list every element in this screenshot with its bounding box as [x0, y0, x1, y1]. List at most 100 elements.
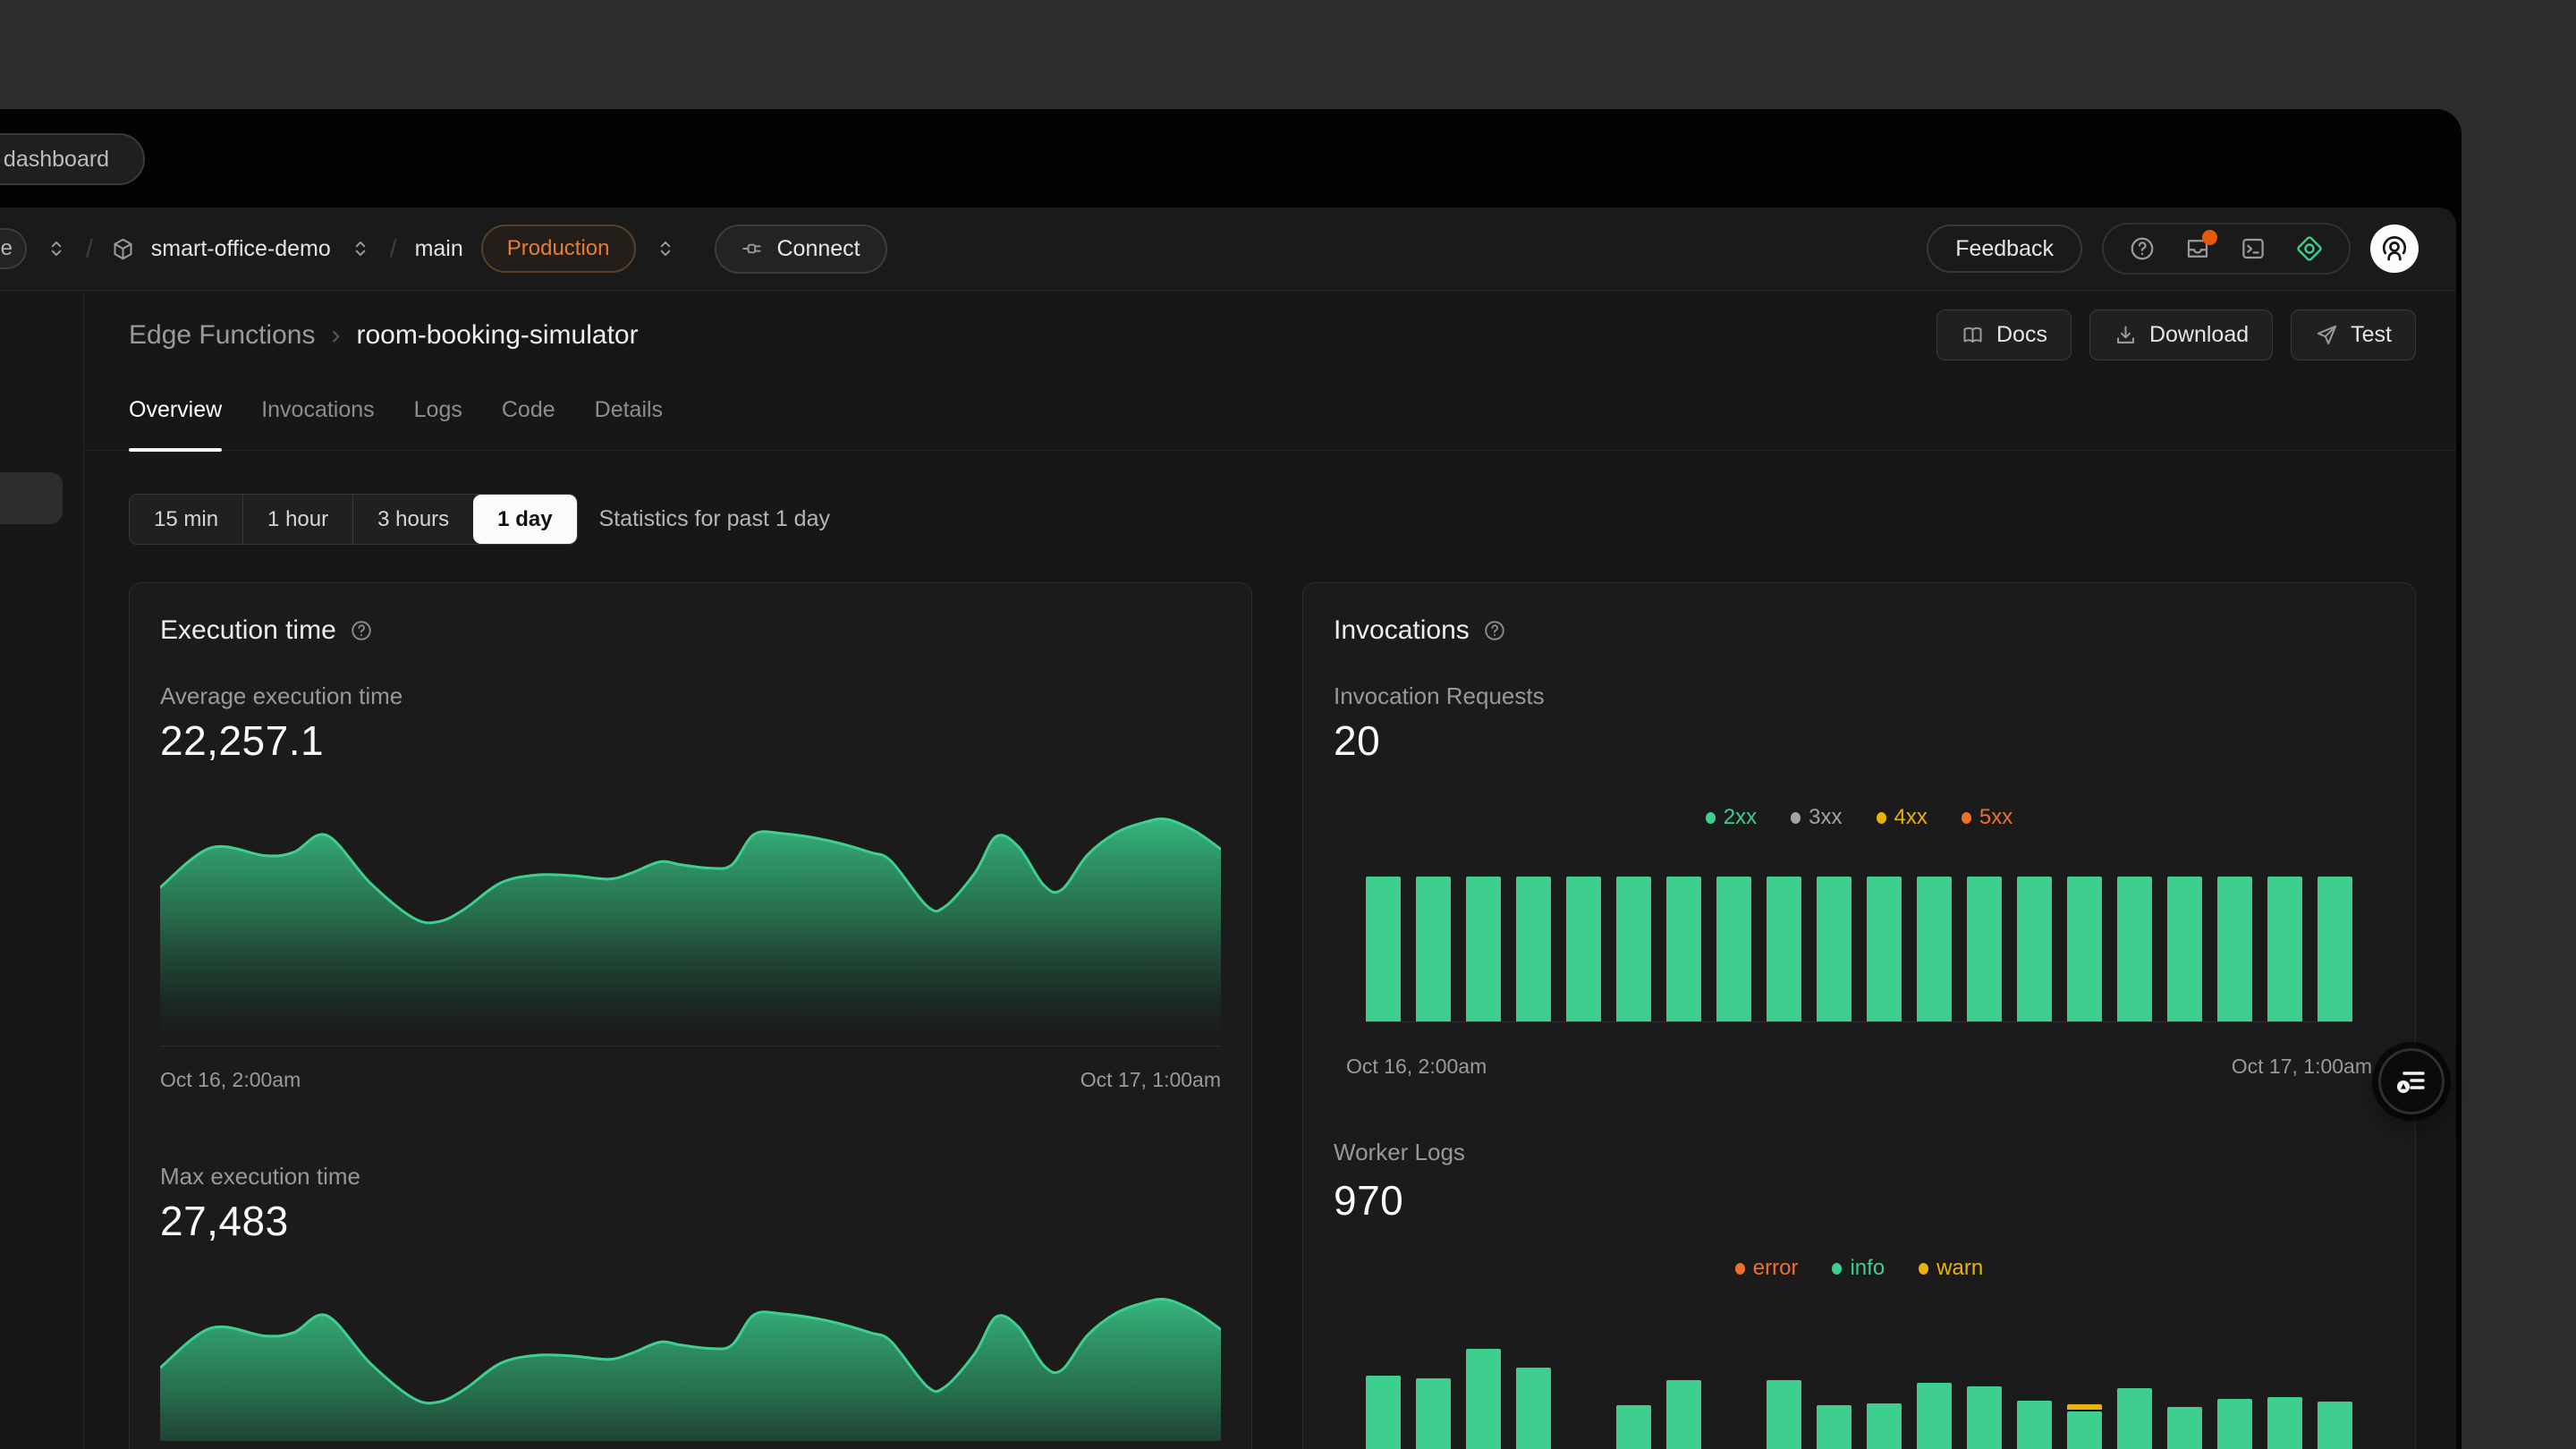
diamond-status-icon[interactable]	[2295, 234, 2324, 263]
legend-item-3xx[interactable]: 3xx	[1791, 805, 1842, 830]
invocation-bar-2xx[interactable]	[2167, 877, 2202, 1021]
test-button[interactable]: Test	[2291, 309, 2416, 360]
worker-log-slot	[2318, 1402, 2352, 1449]
time-range-1-day[interactable]: 1 day	[473, 495, 576, 544]
project-name[interactable]: smart-office-demo	[151, 236, 331, 262]
terminal-icon[interactable]	[2240, 235, 2267, 262]
invocation-bar-2xx[interactable]	[1867, 877, 1902, 1021]
invocation-bar-2xx[interactable]	[1566, 877, 1601, 1021]
invocation-bar-2xx[interactable]	[2017, 877, 2052, 1021]
status-legend: 2xx 3xx 4xx 5xx	[1334, 805, 2385, 830]
worker-log-slot	[2167, 1407, 2202, 1449]
invocation-bar-2xx[interactable]	[1767, 877, 1801, 1021]
legend-item-4xx[interactable]: 4xx	[1877, 805, 1928, 830]
breadcrumb-edge-functions[interactable]: Edge Functions	[129, 320, 315, 351]
chevron-updown-icon[interactable]	[654, 237, 677, 260]
tabs-divider	[84, 450, 2456, 451]
invocation-bar-2xx[interactable]	[1466, 877, 1501, 1021]
invocation-bar-2xx[interactable]	[2217, 877, 2252, 1021]
invocation-bar-2xx[interactable]	[1917, 877, 1952, 1021]
page-title: room-booking-simulator	[356, 320, 638, 351]
help-circle-icon[interactable]	[1483, 619, 1506, 642]
worker-log-bar-info[interactable]	[1867, 1403, 1902, 1449]
worker-log-bar-info[interactable]	[2217, 1399, 2252, 1449]
worker-log-bar-info[interactable]	[2318, 1402, 2352, 1449]
inbox-icon[interactable]	[2184, 235, 2211, 262]
tab-overview[interactable]: Overview	[129, 375, 222, 450]
tab-details[interactable]: Details	[595, 375, 663, 450]
feedback-button[interactable]: Feedback	[1927, 225, 2082, 273]
user-avatar[interactable]	[2370, 225, 2419, 273]
invocation-bar-2xx[interactable]	[2117, 877, 2152, 1021]
worker-log-bar-info[interactable]	[2267, 1397, 2302, 1449]
worker-log-bar-info[interactable]	[1767, 1380, 1801, 1449]
worker-log-bar-info[interactable]	[1516, 1368, 1551, 1449]
worker-log-bar-info[interactable]	[2167, 1407, 2202, 1449]
worker-log-bar-info[interactable]	[1466, 1349, 1501, 1449]
legend-dot	[1877, 812, 1886, 824]
worker-log-bar-info[interactable]	[1416, 1378, 1451, 1449]
breadcrumb-slash: /	[390, 234, 397, 263]
invocation-bar-2xx[interactable]	[1716, 877, 1751, 1021]
invocation-bar-2xx[interactable]	[1616, 877, 1651, 1021]
download-button[interactable]: Download	[2089, 309, 2273, 360]
legend-item-5xx[interactable]: 5xx	[1962, 805, 2012, 830]
docs-button[interactable]: Docs	[1936, 309, 2072, 360]
tab-logs[interactable]: Logs	[414, 375, 462, 450]
avg-exec-area-chart[interactable]	[160, 807, 1221, 1046]
browser-window: dashboard e / smart-office-demo /	[0, 109, 2462, 1449]
tab-invocations[interactable]: Invocations	[261, 375, 374, 450]
invocation-bar-2xx[interactable]	[1366, 877, 1401, 1021]
legend-dot	[1791, 812, 1801, 824]
worker-log-slot	[1366, 1376, 1401, 1449]
utility-icons-group	[2102, 223, 2351, 275]
invocations-bar-chart[interactable]	[1366, 877, 2352, 1022]
org-selector-partial[interactable]: e	[0, 228, 27, 269]
help-circle-icon[interactable]	[350, 619, 373, 642]
worker-log-bar-warn[interactable]	[2067, 1404, 2102, 1410]
legend-item-error[interactable]: error	[1735, 1256, 1799, 1281]
worker-log-bar-info[interactable]	[2017, 1401, 2052, 1449]
avg-exec-value: 22,257.1	[160, 716, 1221, 766]
invocation-bar-2xx[interactable]	[2318, 877, 2352, 1021]
worker-log-bar-info[interactable]	[1917, 1383, 1952, 1449]
worker-log-bar-info[interactable]	[1366, 1376, 1401, 1449]
help-icon[interactable]	[2129, 235, 2156, 262]
branch-name[interactable]: main	[415, 236, 463, 262]
invocation-bar-2xx[interactable]	[1416, 877, 1451, 1021]
legend-item-info[interactable]: info	[1832, 1256, 1885, 1281]
connect-button[interactable]: Connect	[715, 225, 887, 274]
invocation-bar-2xx[interactable]	[2067, 877, 2102, 1021]
time-range-3-hours[interactable]: 3 hours	[352, 495, 473, 544]
invocation-bar-2xx[interactable]	[1817, 877, 1852, 1021]
x-axis-start: Oct 16, 2:00am	[160, 1068, 301, 1092]
chevron-updown-icon[interactable]	[349, 237, 372, 260]
log-drawer-button[interactable]	[2378, 1048, 2445, 1114]
time-range-15-min[interactable]: 15 min	[130, 495, 242, 544]
page-header: Edge Functions › room-booking-simulator …	[129, 309, 2416, 360]
time-range-selector[interactable]: 15 min1 hour3 hours1 day	[129, 494, 578, 545]
legend-item-warn[interactable]: warn	[1919, 1256, 1983, 1281]
worker-log-bar-info[interactable]	[2067, 1411, 2102, 1449]
notification-dot	[2202, 230, 2217, 245]
browser-tab-label: dashboard	[4, 147, 109, 173]
invocation-bar-2xx[interactable]	[1516, 877, 1551, 1021]
invocation-bar-2xx[interactable]	[2267, 877, 2302, 1021]
sidebar	[0, 291, 84, 1449]
browser-tab-dashboard[interactable]: dashboard	[0, 133, 145, 185]
worker-log-bar-info[interactable]	[1967, 1386, 2002, 1449]
sidebar-item-partial[interactable]	[0, 472, 63, 524]
legend-item-2xx[interactable]: 2xx	[1706, 805, 1757, 830]
invocation-bar-2xx[interactable]	[1967, 877, 2002, 1021]
time-range-1-hour[interactable]: 1 hour	[242, 495, 352, 544]
max-exec-area-chart[interactable]	[160, 1287, 1221, 1441]
worker-log-bar-info[interactable]	[2117, 1388, 2152, 1449]
worker-logs-bar-chart[interactable]	[1366, 1324, 2352, 1449]
worker-log-bar-info[interactable]	[1666, 1380, 1701, 1449]
worker-log-bar-info[interactable]	[1616, 1405, 1651, 1449]
tab-code[interactable]: Code	[502, 375, 555, 450]
chevron-updown-icon[interactable]	[45, 237, 68, 260]
project-cube-icon	[111, 237, 135, 261]
worker-log-bar-info[interactable]	[1817, 1405, 1852, 1449]
invocation-bar-2xx[interactable]	[1666, 877, 1701, 1021]
